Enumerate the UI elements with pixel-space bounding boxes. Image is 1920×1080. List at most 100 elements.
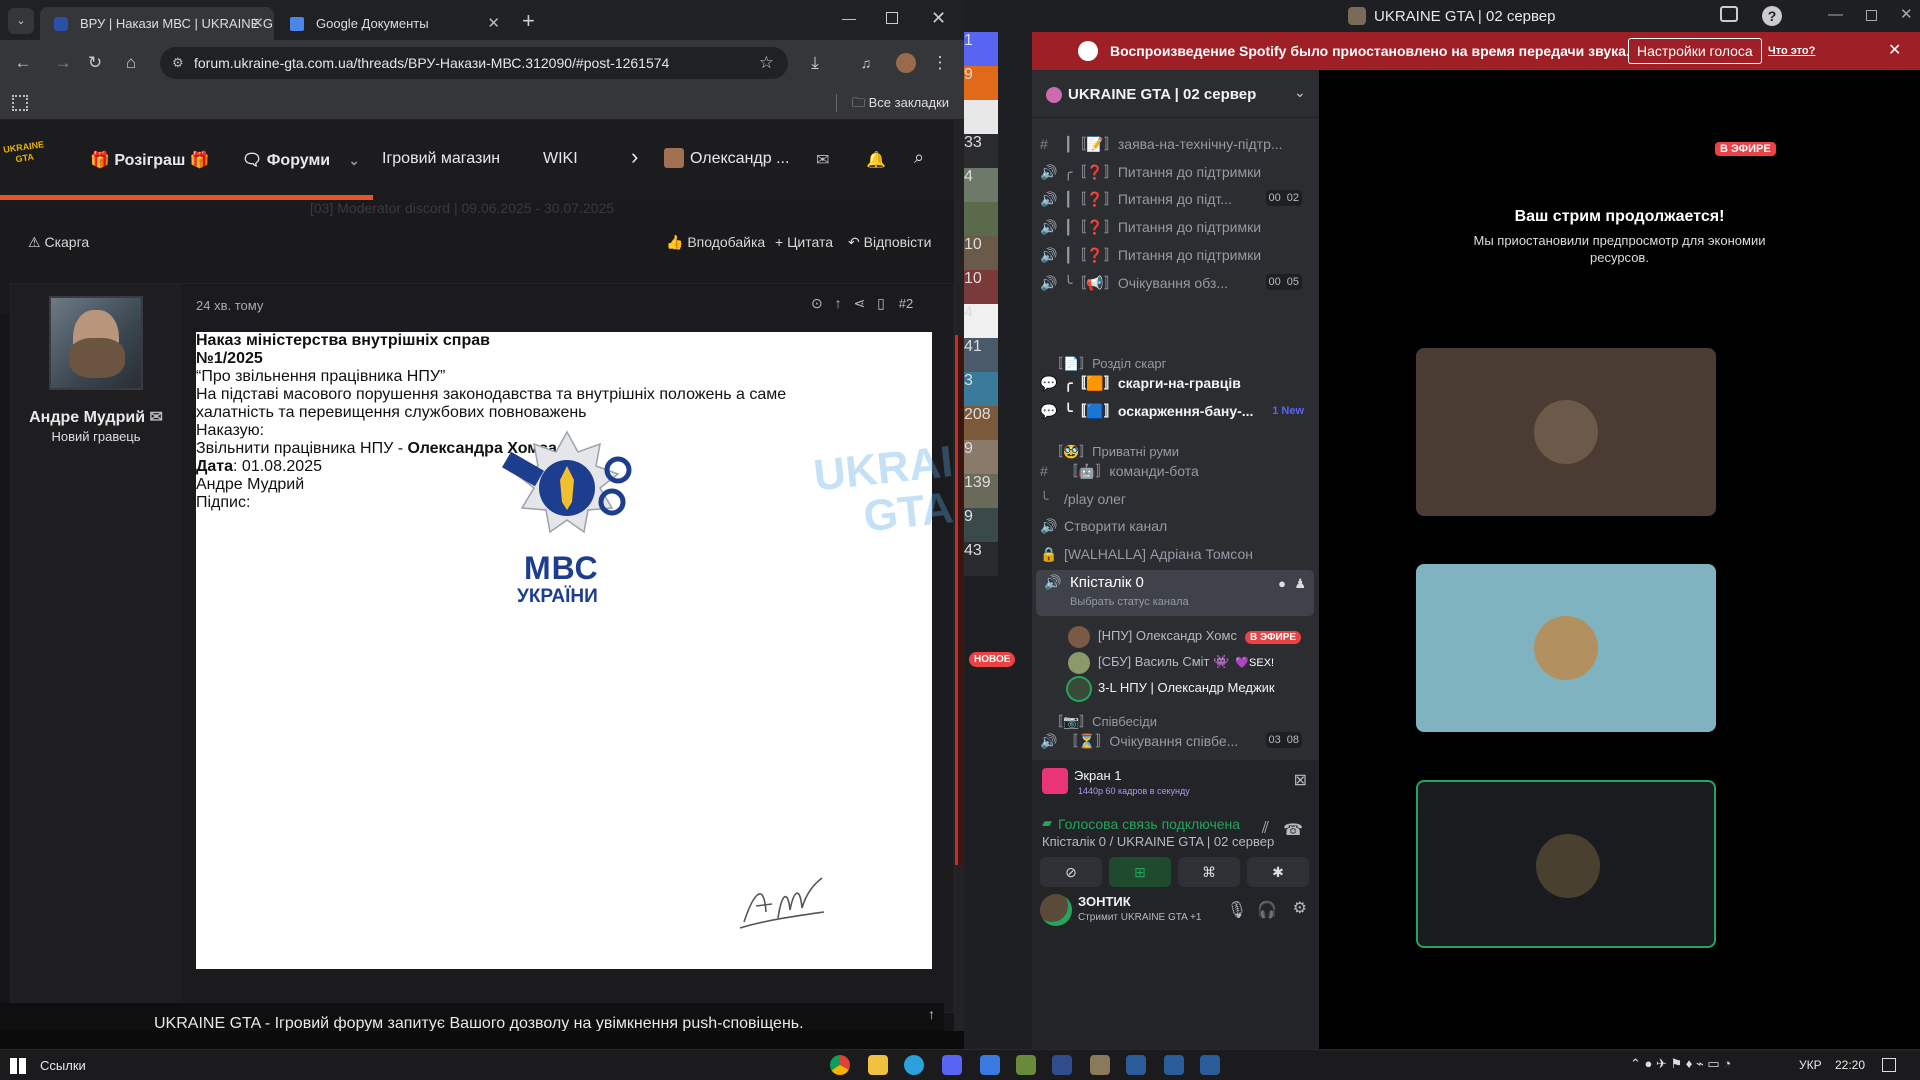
- server-icon[interactable]: [964, 202, 998, 236]
- all-bookmarks-button[interactable]: 🗀 Все закладки: [852, 94, 949, 116]
- server-icon[interactable]: 10: [964, 270, 998, 304]
- more-menu-icon[interactable]: ⋮: [925, 48, 955, 78]
- app-icon[interactable]: [1164, 1055, 1184, 1075]
- server-icon[interactable]: 33: [964, 134, 998, 168]
- forward-arrow-icon[interactable]: →: [48, 48, 78, 78]
- voice-status[interactable]: Голосова связь подключена: [1058, 816, 1240, 832]
- close-window-icon[interactable]: ✕: [931, 8, 946, 29]
- windows-start-icon[interactable]: [10, 1058, 26, 1074]
- microphone-icon[interactable]: 🎙: [1227, 900, 1247, 920]
- links-toolbar[interactable]: Ссылки: [40, 1058, 86, 1073]
- bookmark-icon[interactable]: ▯: [877, 295, 885, 311]
- media-control-icon[interactable]: ♫: [851, 48, 881, 78]
- voice-user[interactable]: [НПУ] Олександр Хомс В ЭФИРЕ: [1068, 624, 1302, 648]
- app-icon[interactable]: [1052, 1055, 1072, 1075]
- app-icon[interactable]: [980, 1055, 1000, 1075]
- site-info-icon[interactable]: ⚙: [172, 47, 184, 79]
- home-icon[interactable]: ⌂: [116, 48, 146, 78]
- server-icon[interactable]: 9: [964, 508, 998, 542]
- discord-home-icon[interactable]: 1: [964, 32, 998, 66]
- nav-scroll-right-icon[interactable]: ›: [631, 144, 638, 170]
- server-icon[interactable]: 139: [964, 474, 998, 508]
- reply-button[interactable]: ↶ Відповісти: [848, 234, 931, 251]
- chrome-icon[interactable]: [830, 1055, 850, 1075]
- file-explorer-icon[interactable]: [868, 1055, 888, 1075]
- forum-channel-item[interactable]: 💬 ╭〚🟧〛скарги-на-гравців: [1040, 369, 1310, 397]
- channel-item[interactable]: 🔊 ╭〚❓〛Питання до підтримки: [1040, 158, 1310, 186]
- report-button[interactable]: ⚠ Скарга: [28, 234, 89, 251]
- author-name[interactable]: Андре Мудрий ✉: [11, 407, 181, 427]
- server-icon[interactable]: 3: [964, 372, 998, 406]
- author-avatar[interactable]: [49, 296, 143, 390]
- dismiss-notice-icon[interactable]: ✕: [928, 1015, 940, 1031]
- apps-grid-icon[interactable]: [12, 95, 28, 111]
- disconnect-icon[interactable]: ☎: [1283, 820, 1303, 840]
- minimize-icon[interactable]: —: [842, 10, 856, 26]
- video-off-icon-button[interactable]: ⊘: [1040, 857, 1102, 887]
- voice-user[interactable]: [СБУ] Василь Сміт 👾 💜SEX!: [1068, 650, 1274, 674]
- arrow-up-icon[interactable]: ↑: [835, 295, 842, 311]
- what-is-this-link[interactable]: Что это?: [1768, 32, 1815, 70]
- discord-taskbar-icon[interactable]: [942, 1055, 962, 1075]
- private-channel-item[interactable]: ╰ /play олег: [1040, 485, 1310, 513]
- active-voice-channel[interactable]: 🔊 Кпісталік 0 Выбрать статус канала ● ♟: [1036, 570, 1314, 616]
- channel-item[interactable]: 🔊 ┃〚❓〛Питання до підтримки: [1040, 241, 1310, 269]
- inbox-icon[interactable]: ✉: [816, 150, 829, 170]
- tray-icons[interactable]: ⌃ ● ✈ ⚑ ♦ ⌁ ▭ ◔: [1630, 1056, 1731, 1072]
- voice-settings-button[interactable]: Настройки голоса: [1628, 38, 1762, 64]
- search-icon[interactable]: ⌕: [914, 147, 924, 168]
- new-tab-button[interactable]: +: [522, 8, 535, 34]
- nav-giveaway[interactable]: 🎁 Розіграш 🎁: [90, 150, 210, 170]
- participant-tile-speaking[interactable]: [1416, 780, 1716, 948]
- tab-google-docs[interactable]: Google Документы ✕: [276, 7, 510, 40]
- noise-suppression-icon[interactable]: ⫽: [1262, 820, 1269, 838]
- private-channel-item[interactable]: 🔊 Створити канал: [1040, 512, 1310, 540]
- quote-button[interactable]: + Цитата: [775, 234, 833, 250]
- server-header[interactable]: UKRAINE GTA | 02 сервер ⌄: [1032, 70, 1319, 118]
- server-icon[interactable]: 9: [964, 66, 998, 100]
- channel-item[interactable]: # ┃〚📝〛заява-на-технічну-підтр...: [1040, 130, 1310, 158]
- add-member-icon[interactable]: ♟: [1294, 576, 1306, 592]
- server-icon[interactable]: [964, 100, 998, 134]
- server-icon[interactable]: 9: [964, 440, 998, 474]
- nav-shop[interactable]: Ігровий магазин: [382, 150, 500, 168]
- notification-center-icon[interactable]: [1882, 1058, 1896, 1072]
- post-time[interactable]: 24 хв. тому: [196, 298, 263, 313]
- telegram-icon[interactable]: [904, 1055, 924, 1075]
- server-icon[interactable]: 41: [964, 338, 998, 372]
- back-arrow-icon[interactable]: ←: [8, 48, 38, 78]
- forum-logo[interactable]: UKRAINE GTA: [3, 139, 45, 178]
- forum-channel-item[interactable]: 💬 ╰〚🟦〛оскарження-бану-... 1 New: [1040, 397, 1310, 425]
- interview-channel[interactable]: 🔊 〚⏳〛Очікування співбе... 03 08: [1040, 727, 1310, 755]
- like-button[interactable]: 👍 Вподобайка: [666, 234, 765, 251]
- private-channel-item[interactable]: # 〚🤖〛команди-бота: [1040, 457, 1310, 485]
- page-scrollbar[interactable]: [954, 120, 964, 1031]
- activity-icon-button[interactable]: ⌘: [1178, 857, 1240, 887]
- chevron-down-icon[interactable]: ⌄: [1294, 84, 1306, 101]
- nav-wiki[interactable]: WIKI: [543, 150, 578, 168]
- help-icon[interactable]: ?: [1762, 6, 1782, 26]
- voice-channel-path[interactable]: Кпісталік 0 / UKRAINE GTA | 02 сервер: [1042, 834, 1274, 849]
- settings-gear-icon[interactable]: ⚙: [1293, 898, 1307, 918]
- address-bar[interactable]: ⚙ forum.ukraine-gta.com.ua/threads/ВРУ-Н…: [160, 47, 788, 79]
- nav-forums[interactable]: 🗨 Форуми ⌄: [242, 150, 359, 170]
- maximize-icon[interactable]: [1866, 10, 1877, 21]
- stop-screen-icon[interactable]: ⊠: [1294, 770, 1307, 790]
- self-avatar[interactable]: [1040, 894, 1072, 926]
- app-icon[interactable]: [1016, 1055, 1036, 1075]
- clock[interactable]: 22:20: [1835, 1058, 1865, 1072]
- maximize-icon[interactable]: [886, 12, 898, 24]
- tab-search-button[interactable]: ⌄: [8, 8, 34, 34]
- voice-user[interactable]: 3-L НПУ | Олександр Меджик: [1068, 676, 1275, 700]
- scrollbar-thumb[interactable]: [955, 335, 963, 865]
- close-tab-icon[interactable]: ✕: [251, 7, 264, 40]
- nav-user[interactable]: Олександр ...: [664, 148, 789, 168]
- chevron-down-icon[interactable]: ⌄: [349, 153, 360, 168]
- share-icon[interactable]: ⋖: [854, 295, 866, 311]
- app-icon[interactable]: [1200, 1055, 1220, 1075]
- participant-tile[interactable]: [1416, 348, 1716, 516]
- inbox-icon[interactable]: [1720, 6, 1738, 22]
- server-icon[interactable]: 43: [964, 542, 998, 576]
- headphones-icon[interactable]: 🎧: [1257, 900, 1277, 920]
- envelope-icon[interactable]: ✉: [149, 409, 162, 426]
